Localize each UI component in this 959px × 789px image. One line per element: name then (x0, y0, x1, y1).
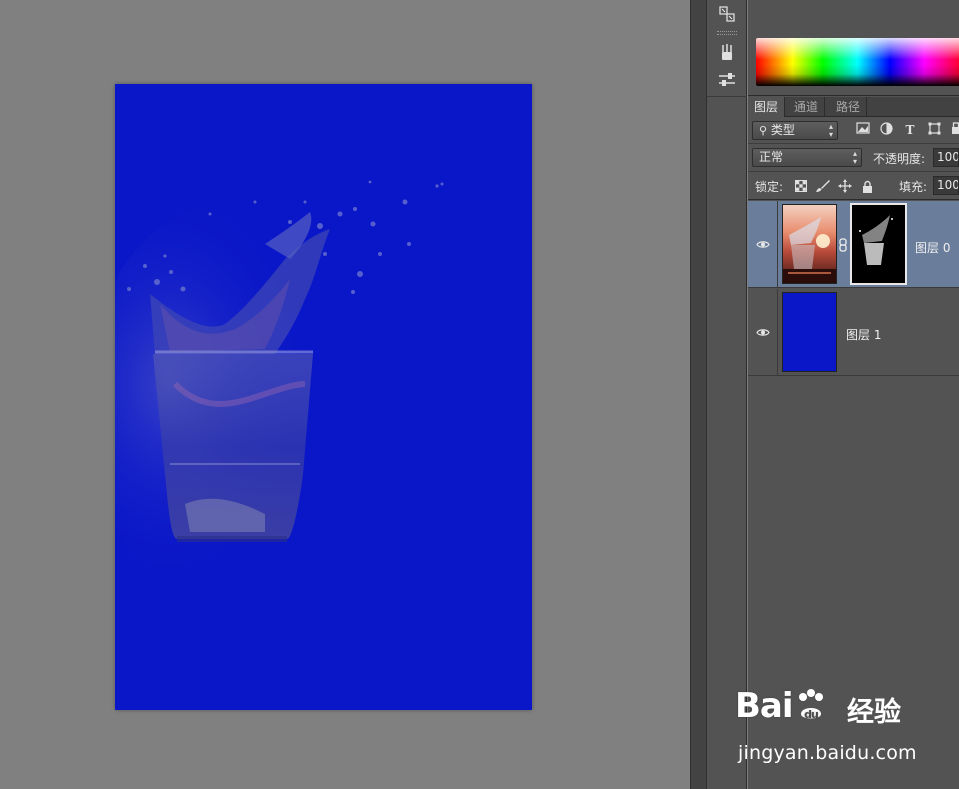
mask-link-icon[interactable] (838, 237, 848, 252)
blend-mode-value: 正常 (759, 150, 784, 164)
select-arrows-icon: ▴ ▾ (828, 121, 833, 139)
filter-type-icon[interactable]: T (902, 122, 918, 138)
filter-smart-object-icon[interactable] (948, 122, 959, 138)
panel-icon-column (707, 0, 747, 789)
baidu-jingyan-watermark: Baidu 经验 jingyan.baidu.com du (735, 686, 925, 772)
paragraph-style-icon[interactable] (715, 2, 739, 26)
lock-transparent-icon[interactable] (793, 178, 809, 194)
layer-filter-row: ⚲ 类型 ▴ ▾ T (748, 117, 959, 144)
layer-row-0[interactable]: 图层 0 (748, 201, 959, 288)
layer-mask-thumbnail[interactable] (850, 203, 907, 285)
fill-input[interactable]: 100 (933, 176, 959, 195)
visibility-eye-icon[interactable] (748, 289, 778, 376)
watermark-url: jingyan.baidu.com (738, 742, 917, 764)
search-icon: ⚲ (759, 124, 768, 137)
filter-adjustment-icon[interactable] (878, 122, 894, 138)
filter-shape-icon[interactable] (926, 122, 942, 138)
watermark-brand: Bai du (735, 686, 829, 726)
splash-glass-image (115, 84, 532, 710)
tool-separator (707, 96, 747, 97)
color-spectrum[interactable] (756, 38, 959, 86)
tab-paths[interactable]: 路径 (830, 97, 868, 117)
layer-name[interactable]: 图层 1 (846, 326, 881, 343)
fill-label: 填充: (899, 180, 928, 194)
svg-text:du: du (804, 708, 818, 721)
watermark-cn: 经验 (847, 697, 901, 728)
lock-position-move-icon[interactable] (837, 178, 853, 194)
lock-pixels-brush-icon[interactable] (815, 178, 831, 194)
lock-all-icon[interactable] (859, 178, 875, 194)
layer-thumbnail[interactable] (782, 204, 837, 284)
filter-kind-label: 类型 (770, 123, 795, 137)
paw-icon: du (793, 686, 829, 721)
grip-handle[interactable] (717, 31, 737, 35)
tab-channels[interactable]: 通道 (788, 97, 826, 117)
blend-mode-select[interactable]: 正常 ▴ ▾ (752, 148, 862, 167)
canvas-area[interactable] (0, 0, 690, 789)
filter-kind-select[interactable]: ⚲ 类型 ▴ ▾ (752, 121, 838, 140)
panel-divider[interactable] (690, 0, 707, 789)
right-panels: 图层 通道 路径 ⚲ 类型 ▴ ▾ T 正常 ▴ ▾ 不透明度: 100 锁定:… (748, 0, 959, 789)
blend-row: 正常 ▴ ▾ 不透明度: 100 (748, 144, 959, 172)
brush-presets-icon[interactable] (715, 40, 739, 64)
document-canvas[interactable] (115, 84, 532, 710)
lock-row: 锁定: 填充: 100 (748, 172, 959, 200)
adjustments-icon[interactable] (715, 68, 739, 92)
select-arrows-icon: ▴ ▾ (852, 148, 857, 166)
color-panel (748, 0, 959, 96)
tab-layers[interactable]: 图层 (748, 97, 786, 117)
layers-panel-tabs: 图层 通道 路径 (748, 97, 959, 117)
visibility-eye-icon[interactable] (748, 201, 778, 288)
opacity-label: 不透明度: (873, 152, 926, 166)
layer-row-1[interactable]: 图层 1 (748, 289, 959, 376)
watermark-brand-bai: Bai (735, 686, 794, 726)
layer-thumbnail[interactable] (782, 292, 837, 372)
filter-pixel-icon[interactable] (855, 122, 871, 138)
lock-label: 锁定: (755, 180, 784, 194)
opacity-input[interactable]: 100 (933, 148, 959, 167)
layer-name[interactable]: 图层 0 (915, 239, 950, 256)
